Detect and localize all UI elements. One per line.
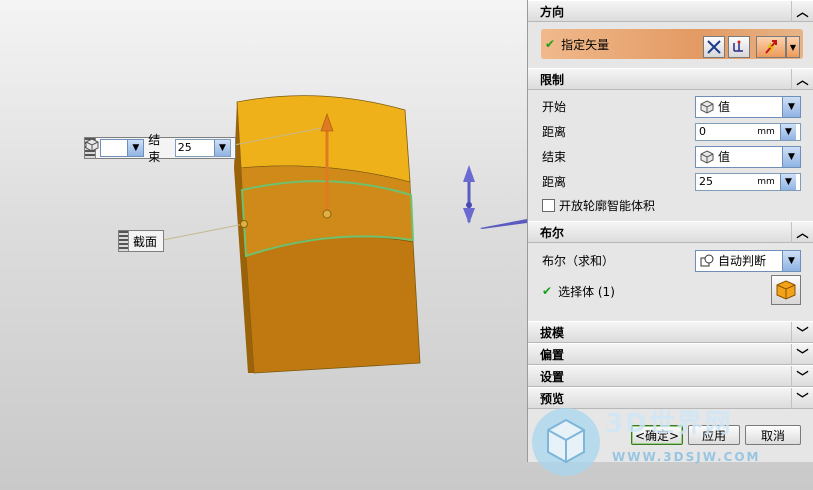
- chevron-down-icon[interactable]: ▼: [780, 173, 796, 190]
- section-title: 偏置: [540, 347, 565, 362]
- section-header-offset[interactable]: 偏置 ﹀: [528, 343, 813, 365]
- section-header-direction[interactable]: 方向 ︿: [528, 0, 813, 22]
- start-type-value: 值: [718, 100, 731, 114]
- collapse-icon[interactable]: ︿: [791, 1, 813, 22]
- end-distance-input[interactable]: 25 mm ▼: [695, 172, 801, 191]
- unit-label: mm: [757, 126, 775, 137]
- section-header-draft[interactable]: 拔模 ﹀: [528, 321, 813, 343]
- check-icon: ✔: [542, 284, 553, 298]
- open-profile-row[interactable]: 开放轮廓智能体积: [528, 194, 813, 216]
- model-canvas: [162, 95, 527, 374]
- extrude-dialog: 方向 ︿ ✔ 指定矢量 ▼ 限制 ︿ 开始 值 ▼ 距离 0 mm ▼ 结束 值…: [527, 0, 813, 462]
- value-cube-icon: [700, 149, 714, 164]
- section-header-boolean[interactable]: 布尔 ︿: [528, 221, 813, 243]
- solid-body-icon: [776, 280, 796, 300]
- boolean-auto-icon: [700, 254, 714, 266]
- end-callout-value[interactable]: 25: [176, 140, 214, 156]
- chevron-down-icon[interactable]: ▼: [780, 123, 796, 140]
- unit-label: mm: [757, 176, 775, 187]
- triad-center: [466, 202, 472, 208]
- check-icon: ✔: [545, 37, 556, 51]
- end-distance-callout[interactable]: ▼ 结束 25 ▼: [84, 133, 236, 164]
- section-title: 设置: [540, 369, 565, 384]
- select-body-row[interactable]: ✔ 选择体 (1): [528, 273, 813, 309]
- section-title: 布尔: [540, 225, 565, 240]
- direction-body: ✔ 指定矢量 ▼: [528, 22, 813, 68]
- start-distance-label: 距离: [542, 125, 567, 139]
- watermark-logo-icon: [532, 402, 602, 482]
- extrude-lower-face: [245, 236, 421, 374]
- start-type-dropdown[interactable]: 值 ▼: [695, 95, 801, 118]
- section-header-settings[interactable]: 设置 ﹀: [528, 365, 813, 387]
- collapse-icon[interactable]: ︿: [791, 222, 813, 243]
- select-body-label: 选择体 (1): [558, 284, 615, 299]
- section-handle[interactable]: [240, 220, 248, 228]
- chevron-down-icon[interactable]: ▼: [127, 140, 144, 156]
- inferred-vector-dropdown[interactable]: [756, 36, 786, 58]
- specify-vector-label: 指定矢量: [561, 37, 610, 52]
- reverse-direction-button[interactable]: [703, 36, 725, 58]
- boolean-type-dropdown[interactable]: 自动判断 ▼: [695, 249, 801, 272]
- boolean-type-value: 自动判断: [718, 254, 767, 268]
- boolean-row: 布尔（求和） 自动判断 ▼: [528, 248, 813, 273]
- boolean-body: 布尔（求和） 自动判断 ▼ ✔ 选择体 (1): [528, 243, 813, 319]
- start-label: 开始: [542, 100, 567, 114]
- end-type-dropdown[interactable]: 值 ▼: [695, 145, 801, 168]
- section-callout-label: 截面: [133, 234, 158, 249]
- inferred-vector-icon: [765, 40, 777, 54]
- expand-icon[interactable]: ﹀: [791, 366, 813, 387]
- section-title: 拔模: [540, 325, 565, 340]
- end-callout-input[interactable]: 25 ▼: [174, 139, 231, 157]
- end-type-dropdown[interactable]: ▼: [85, 138, 145, 157]
- expand-icon[interactable]: ﹀: [791, 344, 813, 365]
- chevron-down-icon[interactable]: ▼: [782, 250, 800, 271]
- chevron-down-icon[interactable]: ▼: [782, 96, 800, 117]
- cancel-button[interactable]: 取消: [745, 425, 801, 445]
- chevron-down-icon[interactable]: ▼: [786, 36, 800, 58]
- expand-icon[interactable]: ﹀: [791, 322, 813, 343]
- vector-origin-handle[interactable]: [322, 209, 332, 219]
- watermark-brand: 3D世界网: [605, 409, 733, 439]
- triad-z-tail: [463, 208, 475, 224]
- value-cube-icon: [85, 138, 127, 156]
- start-distance-input[interactable]: 0 mm ▼: [695, 122, 801, 141]
- expand-icon[interactable]: ﹀: [791, 388, 813, 409]
- section-title: 限制: [540, 72, 565, 87]
- end-label: 结束: [542, 150, 567, 164]
- vector-dialog-button[interactable]: [728, 36, 750, 58]
- start-row: 开始 值 ▼: [528, 94, 813, 119]
- watermark-url: WWW.3DSJW.COM: [612, 450, 761, 464]
- select-body-button[interactable]: [771, 275, 801, 305]
- section-callout[interactable]: 截面: [118, 230, 164, 252]
- open-profile-label: 开放轮廓智能体积: [559, 198, 656, 213]
- chevron-down-icon[interactable]: ▼: [214, 140, 230, 156]
- end-type-value: 值: [718, 150, 731, 164]
- boolean-label: 布尔（求和）: [542, 254, 615, 268]
- end-distance-label: 距离: [542, 175, 567, 189]
- end-distance-row: 距离 25 mm ▼: [528, 169, 813, 194]
- start-distance-row: 距离 0 mm ▼: [528, 119, 813, 144]
- callout-grip[interactable]: [119, 231, 129, 251]
- value-cube-icon: [700, 99, 714, 114]
- graphics-viewport[interactable]: ▼ 结束 25 ▼ 截面: [0, 0, 527, 490]
- end-row: 结束 值 ▼: [528, 144, 813, 169]
- end-distance-value[interactable]: 25: [696, 175, 752, 188]
- collapse-icon[interactable]: ︿: [791, 69, 813, 90]
- triad-z-head: [463, 165, 475, 182]
- end-callout-label: 结束: [148, 133, 161, 164]
- section-header-limits[interactable]: 限制 ︿: [528, 68, 813, 90]
- open-profile-checkbox[interactable]: [542, 198, 555, 212]
- start-distance-value[interactable]: 0: [696, 125, 752, 138]
- triad-x-axis: [480, 219, 527, 229]
- section-title: 方向: [540, 4, 565, 19]
- chevron-down-icon[interactable]: ▼: [782, 146, 800, 167]
- section-callout-leader: [162, 223, 245, 241]
- limits-body: 开始 值 ▼ 距离 0 mm ▼ 结束 值 ▼ 距离 25 mm ▼ 开放轮廓智…: [528, 90, 813, 216]
